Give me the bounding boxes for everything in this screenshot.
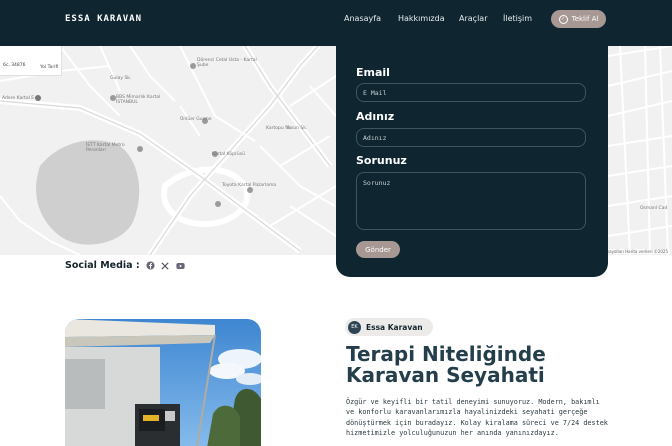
section-description: Özgür ve keyifli bir tatil deneyimi sunu…: [346, 398, 608, 438]
get-quote-button[interactable]: ✓ Teklif Al: [551, 10, 606, 28]
facebook-icon[interactable]: [146, 261, 155, 270]
issue-label: Sorunuz: [356, 154, 407, 167]
caravan-illustration: [65, 319, 261, 446]
map-label: BBS Mimarlık Kartal İSTANBUL: [116, 95, 161, 105]
brand-badge-label: Essa Karavan: [366, 322, 423, 332]
page: 6c, 34876 Yol Tarifi Adere Kartal E-5 BB…: [0, 0, 672, 446]
map-info-box: 6c, 34876 Yol Tarifi: [0, 46, 62, 76]
map-label: Yosun Sk.: [286, 126, 308, 131]
quote-icon: ✓: [558, 14, 568, 24]
issue-textarea[interactable]: Sorunuz: [356, 172, 586, 230]
nav-vehicles[interactable]: Araçlar: [459, 14, 487, 23]
x-icon[interactable]: [161, 261, 170, 270]
caravan-photo: [65, 319, 261, 446]
section-title: Terapi Niteliğinde Karavan Seyahati: [346, 344, 646, 386]
nav-home[interactable]: Anasayfa: [344, 14, 381, 23]
map-label: Osmanl Cad: [640, 206, 668, 211]
nav-contact[interactable]: İletişim: [503, 14, 532, 23]
nav-about[interactable]: Hakkımızda: [398, 14, 445, 23]
map-place-code: 6c, 34876: [3, 63, 26, 68]
map-label: Ünlüer Gurme: [180, 117, 212, 122]
submit-button[interactable]: Gönder: [356, 241, 400, 258]
map-label: Gulay Sk.: [110, 76, 132, 81]
directions-link[interactable]: Yol Tarifi: [40, 65, 58, 70]
name-field[interactable]: Adınız: [356, 128, 586, 147]
map-label: Adere Kartal E-5: [2, 96, 39, 101]
brand-badge-icon: EK: [348, 320, 361, 334]
name-label: Adınız: [356, 110, 395, 123]
email-label: Email: [356, 66, 390, 79]
map-label: Dörenci Cetal Usta - Kartal Şube: [197, 58, 257, 68]
map-label: Toyota Kartal Pazarlama: [222, 183, 277, 188]
section-title-line1: Terapi Niteliğinde: [346, 342, 546, 366]
section-title-line2: Karavan Seyahati: [346, 363, 545, 387]
social-label: Social Media :: [65, 260, 140, 271]
email-field[interactable]: E Mail: [356, 83, 586, 102]
map-label: Kartal Köprüsü: [212, 152, 245, 157]
site-logo[interactable]: ESSA KARAVAN: [65, 14, 142, 24]
youtube-icon[interactable]: [176, 261, 185, 270]
get-quote-label: Teklif Al: [571, 15, 599, 23]
contact-form: Email E Mail Adınız Adınız Sorunuz Sorun…: [336, 40, 608, 277]
brand-badge: EK Essa Karavan: [345, 318, 433, 336]
map-label: İETT Kartal Metro Peronları: [86, 143, 125, 153]
social-media: Social Media :: [65, 260, 185, 271]
